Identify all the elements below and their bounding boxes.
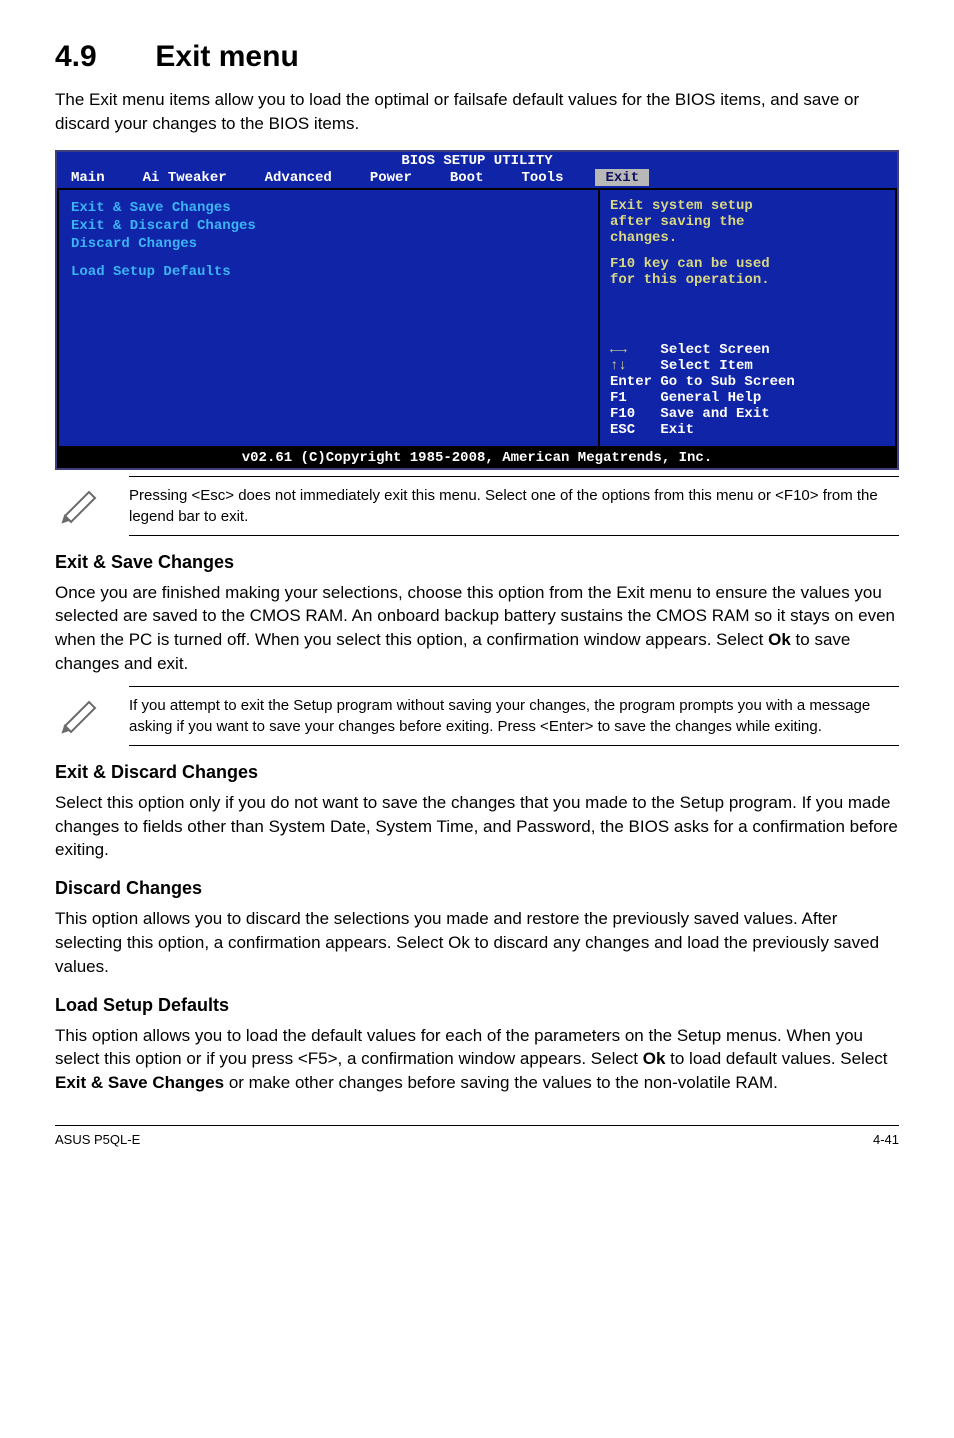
text: or make other changes before saving the … bbox=[224, 1073, 778, 1092]
footer-page-number: 4-41 bbox=[873, 1132, 899, 1147]
bios-help-line: F10 key can be used bbox=[610, 256, 885, 272]
bios-key-line: F10 Save and Exit bbox=[610, 406, 885, 422]
bios-help-line: changes. bbox=[610, 230, 885, 246]
bios-help-text: Exit system setup after saving the chang… bbox=[610, 198, 885, 288]
heading-title: Exit menu bbox=[155, 40, 298, 73]
bold-text: Exit & Save Changes bbox=[55, 1073, 224, 1092]
section-body: This option allows you to load the defau… bbox=[55, 1024, 899, 1095]
bios-option: Load Setup Defaults bbox=[71, 264, 586, 280]
intro-paragraph: The Exit menu items allow you to load th… bbox=[55, 88, 899, 136]
bios-key-line: F1 General Help bbox=[610, 390, 885, 406]
bios-tab-exit-selected: Exit bbox=[595, 169, 649, 186]
bios-key-line: Enter Go to Sub Screen bbox=[610, 374, 885, 390]
bios-key-line: ESC Exit bbox=[610, 422, 885, 438]
bios-help-line: after saving the bbox=[610, 214, 885, 230]
bios-key-line: ←→ Select ScreenSelect Screen bbox=[610, 342, 885, 358]
page-footer: ASUS P5QL-E 4-41 bbox=[55, 1125, 899, 1147]
bios-option: Discard Changes bbox=[71, 236, 586, 252]
bios-key-line: ↑↓ Select Item bbox=[610, 358, 885, 374]
bold-text: Ok bbox=[643, 1049, 666, 1068]
bios-option: Exit & Discard Changes bbox=[71, 218, 586, 234]
note-text: Pressing <Esc> does not immediately exit… bbox=[129, 476, 899, 536]
note-text: If you attempt to exit the Setup program… bbox=[129, 686, 899, 746]
note-block: If you attempt to exit the Setup program… bbox=[55, 686, 899, 746]
bios-menubar: Main Ai Tweaker Advanced Power Boot Tool… bbox=[57, 169, 897, 188]
section-heading: Load Setup Defaults bbox=[55, 995, 899, 1016]
bios-right-panel: Exit system setup after saving the chang… bbox=[598, 188, 897, 448]
bios-tab-boot: Boot bbox=[444, 169, 490, 186]
bios-option: Exit & Save Changes bbox=[71, 200, 586, 216]
bios-key-legend: ←→ Select ScreenSelect Screen ↑↓ Select … bbox=[610, 342, 885, 438]
bios-help-line: Exit system setup bbox=[610, 198, 885, 214]
bios-screenshot: BIOS SETUP UTILITY Main Ai Tweaker Advan… bbox=[55, 150, 899, 470]
section-body: Select this option only if you do not wa… bbox=[55, 791, 899, 862]
bios-left-panel: Exit & Save Changes Exit & Discard Chang… bbox=[57, 188, 598, 448]
page-heading: 4.9 Exit menu bbox=[55, 40, 899, 74]
text: to load default values. Select bbox=[665, 1049, 887, 1068]
footer-product: ASUS P5QL-E bbox=[55, 1132, 140, 1147]
section-heading: Exit & Discard Changes bbox=[55, 762, 899, 783]
pencil-icon bbox=[55, 484, 107, 528]
heading-number: 4.9 bbox=[55, 40, 97, 73]
bold-text: Ok bbox=[768, 630, 791, 649]
section-body: This option allows you to discard the se… bbox=[55, 907, 899, 978]
note-block: Pressing <Esc> does not immediately exit… bbox=[55, 476, 899, 536]
bios-tab-advanced: Advanced bbox=[259, 169, 338, 186]
section-body: Once you are finished making your select… bbox=[55, 581, 899, 676]
pencil-icon bbox=[55, 694, 107, 738]
bios-tab-power: Power bbox=[364, 169, 418, 186]
bios-tab-tools: Tools bbox=[515, 169, 569, 186]
bios-tab-aitweaker: Ai Tweaker bbox=[137, 169, 233, 186]
section-heading: Discard Changes bbox=[55, 878, 899, 899]
bios-tab-main: Main bbox=[65, 169, 111, 186]
bios-footer: v02.61 (C)Copyright 1985-2008, American … bbox=[57, 448, 897, 468]
section-heading: Exit & Save Changes bbox=[55, 552, 899, 573]
bios-title: BIOS SETUP UTILITY bbox=[57, 152, 897, 169]
bios-help-line: for this operation. bbox=[610, 272, 885, 288]
